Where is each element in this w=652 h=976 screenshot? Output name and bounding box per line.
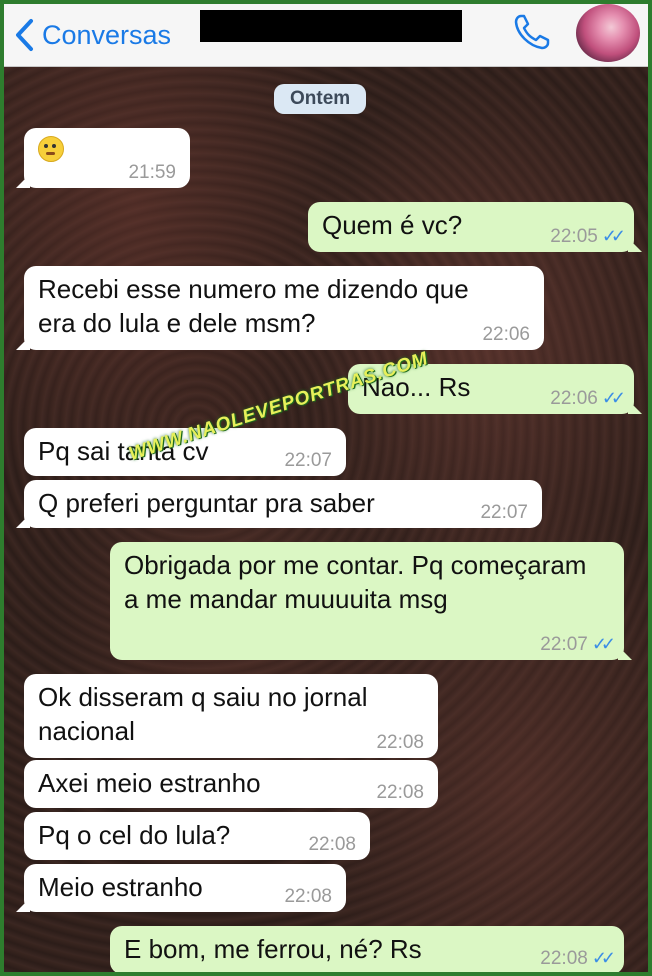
message-text: Recebi esse numero me dizendo que era do… xyxy=(38,274,469,338)
message-time: 22:06 xyxy=(482,324,530,345)
date-badge: Ontem xyxy=(274,84,367,114)
contact-name-redacted xyxy=(200,10,462,42)
read-ticks-icon: ✓✓ xyxy=(591,634,616,654)
message-text: Quem é vc? xyxy=(322,210,463,240)
message-time: 22:08 xyxy=(376,732,424,753)
chat-header: Conversas xyxy=(4,4,648,67)
phone-icon[interactable] xyxy=(512,12,552,52)
pensive-face-icon xyxy=(38,136,64,162)
message-time: 22:05 ✓✓ xyxy=(550,226,626,247)
message-text: Obrigada por me contar. Pq começaram a m… xyxy=(124,550,587,614)
back-label: Conversas xyxy=(42,19,172,50)
message-incoming[interactable]: Q preferi perguntar pra saber 22:07 xyxy=(16,480,542,528)
message-incoming[interactable]: 21:59 xyxy=(16,128,190,188)
message-text: Ok disseram q saiu no jornal nacional xyxy=(38,682,368,746)
message-time: 22:07 ✓✓ xyxy=(540,634,616,655)
message-text: Q preferi perguntar pra saber xyxy=(38,488,375,518)
message-time: 22:07 xyxy=(284,450,332,471)
message-outgoing[interactable]: Obrigada por me contar. Pq começaram a m… xyxy=(110,542,632,660)
message-incoming[interactable]: Meio estranho 22:08 xyxy=(16,864,346,912)
message-incoming[interactable]: Ok disseram q saiu no jornal nacional 22… xyxy=(24,674,438,758)
message-time: 22:07 xyxy=(480,502,528,523)
message-time: 22:08 xyxy=(376,782,424,803)
read-ticks-icon: ✓✓ xyxy=(601,388,626,408)
message-time: 21:59 xyxy=(128,162,176,183)
message-time: 22:08 xyxy=(308,834,356,855)
message-text: E bom, me ferrou, né? Rs xyxy=(124,934,422,964)
message-text: Meio estranho xyxy=(38,872,203,902)
message-time: 22:06 ✓✓ xyxy=(550,388,626,409)
read-ticks-icon: ✓✓ xyxy=(601,226,626,246)
chat-window: Conversas Ontem 21:59 Quem é vc? 22:05 ✓✓… xyxy=(4,4,648,972)
back-button[interactable]: Conversas xyxy=(14,18,171,52)
message-incoming[interactable]: Recebi esse numero me dizendo que era do… xyxy=(16,266,544,350)
message-outgoing[interactable]: Quem é vc? 22:05 ✓✓ xyxy=(308,202,642,252)
read-ticks-icon: ✓✓ xyxy=(591,948,616,968)
message-incoming[interactable]: Pq o cel do lula? 22:08 xyxy=(24,812,370,860)
message-outgoing[interactable]: E bom, me ferrou, né? Rs 22:08 ✓✓ xyxy=(110,926,624,972)
message-incoming[interactable]: Axei meio estranho 22:08 xyxy=(24,760,438,808)
message-time: 22:08 xyxy=(284,886,332,907)
message-time: 22:08 ✓✓ xyxy=(540,948,616,969)
avatar[interactable] xyxy=(576,4,640,62)
message-text: Pq o cel do lula? xyxy=(38,820,231,850)
message-text: Axei meio estranho xyxy=(38,768,261,798)
chevron-left-icon xyxy=(16,19,33,51)
